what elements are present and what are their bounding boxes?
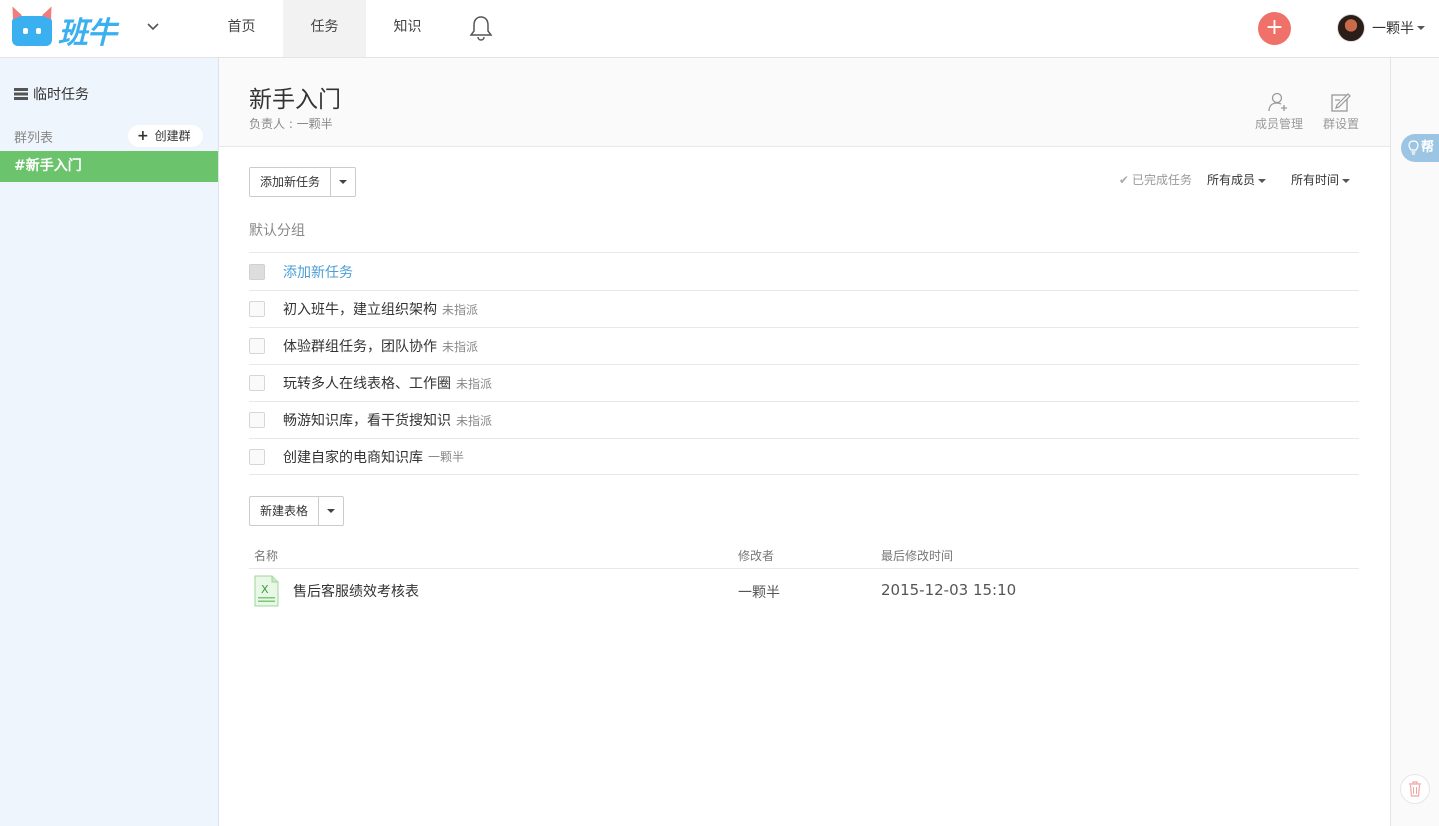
add-task-row[interactable]: 添加新任务 (249, 252, 1359, 290)
add-button[interactable]: + (1258, 12, 1291, 45)
page-title: 新手入门 (249, 87, 341, 113)
task-title[interactable]: 玩转多人在线表格、工作圈 (283, 373, 451, 393)
sidebar-item-group[interactable]: #新手入门 (0, 151, 218, 182)
plus-icon: + (137, 128, 149, 144)
task-filters: ✔ 已完成任务 所有成员 所有时间 (1119, 171, 1350, 188)
done-tasks-filter[interactable]: ✔ 已完成任务 (1119, 171, 1192, 188)
task-title[interactable]: 畅游知识库，看干货搜知识 (283, 410, 451, 430)
task-list: 添加新任务 初入班牛，建立组织架构 未指派 体验群组任务，团队协作 未指派 玩转… (249, 252, 1359, 475)
task-checkbox[interactable] (249, 375, 265, 391)
sidebar: 临时任务 群列表 + 创建群 #新手入门 (0, 58, 219, 826)
list-item[interactable]: 畅游知识库，看干货搜知识 未指派 (249, 401, 1359, 438)
group-settings-button[interactable]: 群设置 (1313, 92, 1369, 132)
tab-tasks[interactable]: 任务 (283, 0, 366, 57)
svg-text:X: X (261, 583, 269, 596)
task-assignee: 未指派 (456, 413, 493, 428)
tab-knowledge[interactable]: 知识 (366, 0, 449, 57)
caret-down-icon (1257, 178, 1266, 183)
sidebar-item-temp-tasks[interactable]: 临时任务 (14, 84, 89, 104)
add-member-icon (1268, 92, 1287, 112)
task-checkbox[interactable] (249, 412, 265, 428)
top-bar: 班牛 首页 任务 知识 + 一颗半 (0, 0, 1439, 58)
list-item[interactable]: 初入班牛，建立组织架构 未指派 (249, 290, 1359, 327)
task-title[interactable]: 创建自家的电商知识库 (283, 447, 423, 467)
add-task-dropdown[interactable] (331, 168, 355, 196)
caret-down-icon (1342, 178, 1350, 183)
task-assignee: 未指派 (442, 339, 479, 354)
task-checkbox (249, 263, 265, 280)
time-filter[interactable]: 所有时间 (1291, 171, 1350, 188)
task-title[interactable]: 初入班牛，建立组织架构 (283, 299, 437, 319)
sheet-name[interactable]: 售后客服绩效考核表 (293, 581, 419, 601)
group-settings-label: 群设置 (1322, 117, 1359, 131)
add-task-split-button: 添加新任务 (249, 167, 357, 197)
user-name: 一颗半 (1372, 21, 1414, 37)
excel-file-icon: X (254, 575, 279, 607)
sidebar-item-label: 临时任务 (33, 87, 89, 103)
task-checkbox[interactable] (249, 338, 265, 354)
owner-label: 负责人 : 一颗半 (249, 117, 333, 131)
chevron-down-icon[interactable] (146, 20, 160, 34)
task-assignee: 未指派 (442, 302, 479, 317)
user-menu[interactable]: 一颗半 (1337, 13, 1425, 43)
brand-logo[interactable]: 班牛 (12, 6, 132, 51)
column-modifier[interactable]: 修改者 (738, 547, 774, 564)
new-sheet-button[interactable]: 新建表格 (250, 497, 320, 525)
new-sheet-dropdown[interactable] (319, 497, 343, 525)
add-task-link[interactable]: 添加新任务 (283, 262, 353, 282)
edit-icon (1331, 93, 1351, 112)
add-task-button[interactable]: 添加新任务 (250, 168, 332, 196)
caret-down-icon (339, 180, 348, 184)
task-checkbox[interactable] (249, 448, 265, 465)
help-button[interactable]: 帮 (1401, 134, 1439, 162)
task-checkbox[interactable] (249, 301, 265, 317)
done-tasks-label: 已完成任务 (1131, 173, 1192, 187)
column-name[interactable]: 名称 (254, 547, 278, 564)
tab-home[interactable]: 首页 (200, 0, 283, 57)
help-label: 帮 (1421, 140, 1435, 155)
table-row[interactable]: X 售后客服绩效考核表 一颗半 2015-12-03 15:10 (249, 570, 1359, 614)
create-group-button[interactable]: + 创建群 (128, 125, 203, 147)
task-section-title: 默认分组 (249, 223, 305, 239)
task-assignee: 未指派 (456, 376, 493, 391)
lightbulb-icon (1408, 140, 1419, 155)
main-nav: 首页 任务 知识 (200, 0, 449, 58)
caret-down-icon (327, 509, 336, 513)
sheet-table-header: 名称 修改者 最后修改时间 (249, 545, 1359, 569)
server-stack-icon (14, 88, 28, 100)
right-rail: 帮 (1390, 58, 1439, 826)
main-content: 新手入门 负责人 : 一颗半 成员管理 群设置 添加新任务 ✔已完成任务 所有 (219, 58, 1390, 826)
list-item[interactable]: 体验群组任务，团队协作 未指派 (249, 327, 1359, 364)
column-modified-time[interactable]: 最后修改时间 (881, 547, 953, 564)
trash-button[interactable] (1400, 774, 1430, 804)
sheet-modified-time: 2015-12-03 15:10 (881, 581, 1017, 599)
trash-icon (1409, 781, 1421, 797)
member-manage-label: 成员管理 (1254, 117, 1303, 131)
members-filter[interactable]: 所有成员 (1207, 171, 1266, 188)
bell-icon[interactable] (468, 14, 494, 42)
brand-name: 班牛 (58, 16, 117, 51)
avatar (1337, 14, 1365, 42)
check-icon: ✔ (1118, 173, 1129, 187)
new-sheet-split-button: 新建表格 (249, 496, 345, 526)
list-item[interactable]: 创建自家的电商知识库 一颗半 (249, 438, 1359, 475)
member-manage-button[interactable]: 成员管理 (1251, 92, 1307, 132)
task-title[interactable]: 体验群组任务，团队协作 (283, 336, 437, 356)
create-group-label: 创建群 (154, 129, 191, 143)
time-filter-label: 所有时间 (1290, 173, 1339, 187)
logo-mascot-icon (12, 16, 52, 46)
list-item[interactable]: 玩转多人在线表格、工作圈 未指派 (249, 364, 1359, 401)
group-header: 新手入门 负责人 : 一颗半 成员管理 群设置 (219, 58, 1390, 147)
caret-down-icon (1417, 26, 1425, 30)
sheet-modifier: 一颗半 (738, 585, 780, 601)
task-assignee: 一颗半 (428, 450, 465, 464)
group-list-title: 群列表 (14, 131, 54, 146)
members-filter-label: 所有成员 (1206, 173, 1255, 187)
